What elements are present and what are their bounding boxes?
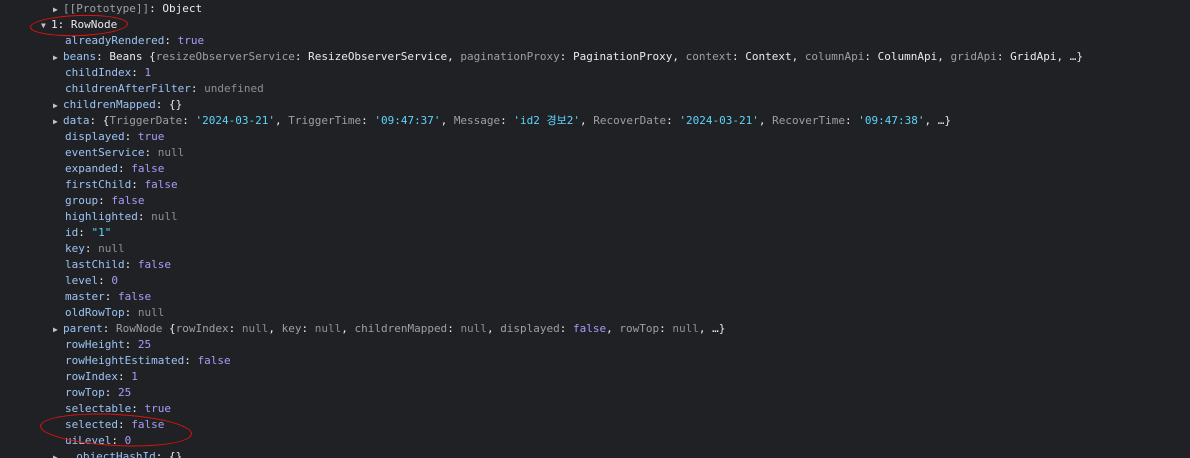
prop-key: alreadyRendered bbox=[65, 34, 165, 47]
prop-value: 25 bbox=[118, 386, 132, 399]
prop-value: "1" bbox=[91, 226, 112, 239]
prop-row-id[interactable]: id: "1" bbox=[65, 225, 111, 241]
prop-class: RowNode bbox=[116, 322, 163, 335]
prop-value: false bbox=[131, 418, 165, 431]
prop-row-oldRowTop[interactable]: oldRowTop: null bbox=[65, 305, 164, 321]
prop-row-selected[interactable]: selected: false bbox=[65, 417, 164, 433]
prop-row-highlighted[interactable]: highlighted: null bbox=[65, 209, 178, 225]
prop-value: {} bbox=[168, 450, 183, 458]
prop-key: key bbox=[65, 242, 85, 255]
prop-row-eventService[interactable]: eventService: null bbox=[65, 145, 184, 161]
prop-row-childIndex[interactable]: childIndex: 1 bbox=[65, 65, 151, 81]
prop-value: true bbox=[137, 130, 165, 143]
prop-key: beans bbox=[63, 50, 97, 63]
prop-value: false bbox=[144, 178, 178, 191]
prop-row-level[interactable]: level: 0 bbox=[65, 273, 118, 289]
prop-row-uiLevel[interactable]: uiLevel: 0 bbox=[65, 433, 131, 449]
prop-value: undefined bbox=[204, 82, 264, 95]
devtools-console-object-tree: ▶ [[Prototype]]: Object ▼ 1: RowNode alrea… bbox=[0, 0, 1190, 458]
prop-row-childrenAfterFilter[interactable]: childrenAfterFilter: undefined bbox=[65, 81, 264, 97]
prop-key: selected bbox=[65, 418, 118, 431]
prop-value: false bbox=[118, 290, 152, 303]
prop-key: rowIndex bbox=[65, 370, 118, 383]
prop-key: master bbox=[65, 290, 105, 303]
prop-value: null bbox=[151, 210, 178, 223]
prop-row-key[interactable]: key: null bbox=[65, 241, 125, 257]
prop-key: __objectHashId bbox=[63, 450, 156, 458]
prop-row-parent[interactable]: ▶ parent: RowNode {rowIndex: null, key: n… bbox=[53, 321, 725, 337]
prop-value: false bbox=[131, 162, 165, 175]
prop-row-expanded[interactable]: expanded: false bbox=[65, 161, 164, 177]
prop-key: lastChild bbox=[65, 258, 125, 271]
expand-triangle-icon[interactable]: ▶ bbox=[53, 50, 63, 66]
prop-key: childrenMapped bbox=[63, 98, 156, 111]
prop-value: 25 bbox=[137, 338, 152, 351]
prop-value: null bbox=[137, 306, 165, 319]
prop-key: childrenAfterFilter bbox=[65, 82, 191, 95]
expand-triangle-icon[interactable]: ▶ bbox=[53, 98, 63, 114]
prop-class: Beans bbox=[109, 50, 143, 63]
prop-value: {} bbox=[168, 98, 183, 111]
prop-key: childIndex bbox=[65, 66, 132, 79]
prop-value: true bbox=[144, 402, 171, 415]
collapse-triangle-icon[interactable]: ▼ bbox=[41, 18, 51, 34]
prop-key: parent bbox=[63, 322, 103, 335]
prop-row-firstChild[interactable]: firstChild: false bbox=[65, 177, 178, 193]
prop-key: rowTop bbox=[65, 386, 105, 399]
prop-value: null bbox=[157, 146, 185, 159]
prop-key: level bbox=[65, 274, 99, 287]
prop-value: false bbox=[137, 258, 171, 271]
prop-row-partial[interactable]: ▶ __objectHashId: {} bbox=[53, 449, 182, 458]
prop-row-lastChild[interactable]: lastChild: false bbox=[65, 257, 171, 273]
prop-key: displayed bbox=[65, 130, 125, 143]
prop-row-beans[interactable]: ▶ beans: Beans {resizeObserverService: Re… bbox=[53, 49, 1083, 65]
prop-key: expanded bbox=[65, 162, 118, 175]
prop-key: group bbox=[65, 194, 99, 207]
prop-row-childrenMapped[interactable]: ▶ childrenMapped: {} bbox=[53, 97, 182, 113]
expand-triangle-icon[interactable]: ▶ bbox=[53, 2, 63, 18]
prop-row-alreadyRendered[interactable]: alreadyRendered: true bbox=[65, 33, 204, 49]
prop-key: eventService bbox=[65, 146, 145, 159]
prop-value: 0 bbox=[111, 274, 118, 287]
prop-row-data[interactable]: ▶ data: {TriggerDate: '2024-03-21', Trigg… bbox=[53, 113, 951, 129]
prototype-key: [[Prototype]] bbox=[63, 2, 150, 15]
prop-value: 0 bbox=[124, 434, 132, 447]
prop-row-rowTop[interactable]: rowTop: 25 bbox=[65, 385, 131, 401]
node-class: RowNode bbox=[70, 18, 118, 31]
expand-triangle-icon[interactable]: ▶ bbox=[53, 450, 63, 458]
prop-key: id bbox=[65, 226, 79, 239]
node-index: 1 bbox=[51, 18, 58, 31]
prop-key: oldRowTop bbox=[65, 306, 125, 319]
rownode-header-row[interactable]: ▼ 1: RowNode bbox=[41, 17, 117, 33]
prop-key: rowHeightEstimated bbox=[65, 354, 185, 367]
prop-row-selectable[interactable]: selectable: true bbox=[65, 401, 171, 417]
prop-value: null bbox=[98, 242, 125, 255]
prop-key: highlighted bbox=[65, 210, 138, 223]
prop-key: firstChild bbox=[65, 178, 132, 191]
prop-value: 1 bbox=[131, 370, 138, 383]
prop-row-rowHeight[interactable]: rowHeight: 25 bbox=[65, 337, 151, 353]
prototype-value: Object bbox=[162, 2, 203, 15]
prop-value: false bbox=[111, 194, 145, 207]
prop-row-group[interactable]: group: false bbox=[65, 193, 145, 209]
prototype-row[interactable]: ▶ [[Prototype]]: Object bbox=[53, 1, 202, 17]
prop-row-rowHeightEstimated[interactable]: rowHeightEstimated: false bbox=[65, 353, 231, 369]
expand-triangle-icon[interactable]: ▶ bbox=[53, 322, 63, 338]
prop-row-rowIndex[interactable]: rowIndex: 1 bbox=[65, 369, 138, 385]
prop-key: rowHeight bbox=[65, 338, 125, 351]
prop-key: data bbox=[63, 114, 90, 127]
prop-key: selectable bbox=[65, 402, 132, 415]
prop-key: uiLevel bbox=[65, 434, 112, 447]
prop-row-displayed[interactable]: displayed: true bbox=[65, 129, 164, 145]
prop-value: true bbox=[177, 34, 205, 47]
prop-value: false bbox=[197, 354, 231, 367]
expand-triangle-icon[interactable]: ▶ bbox=[53, 114, 63, 130]
prop-row-master[interactable]: master: false bbox=[65, 289, 151, 305]
prop-value: 1 bbox=[144, 66, 152, 79]
